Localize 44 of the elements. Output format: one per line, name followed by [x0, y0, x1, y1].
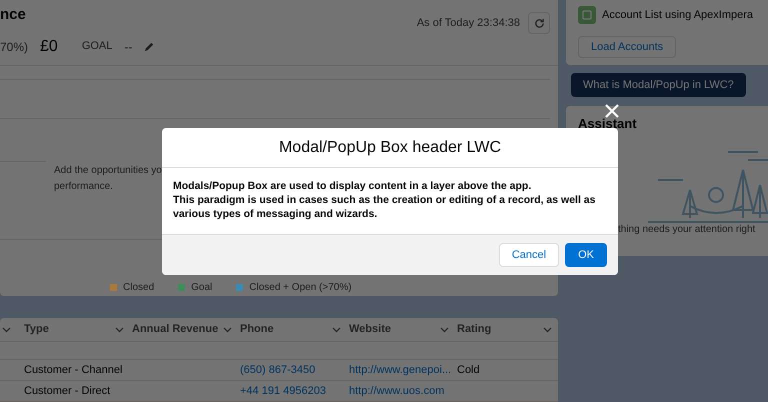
legend-label: Closed + Open (>70%) [249, 280, 352, 294]
pencil-icon[interactable] [144, 41, 156, 52]
card-title: nce [0, 5, 27, 25]
stat-label: 70%) [0, 38, 28, 56]
card-title: Assistant [578, 115, 638, 133]
refresh-button[interactable] [528, 12, 550, 34]
chip-icon [578, 6, 596, 24]
column-header[interactable]: Annual Revenue [130, 321, 238, 338]
modal-body-text: This paradigm is used in cases such as the creation or editing of a record, as well as various types of messaging and wizards. [173, 193, 596, 221]
modal-title: Modal/PopUp Box header LWC [278, 138, 502, 158]
empty-state-text: performance. [54, 180, 114, 194]
timestamp: As of Today 23:34:38 [416, 16, 520, 31]
legend-label: Goal [191, 280, 212, 294]
stat-value: £0 [40, 36, 58, 56]
table-link[interactable]: http://www.uos.com [347, 382, 455, 400]
card-title: Account List using ApexImpera [602, 8, 754, 23]
caret-icon [440, 326, 449, 332]
table-link[interactable]: http://www.genepoi... [347, 362, 455, 378]
caret-icon [2, 326, 11, 332]
column-header[interactable]: Rating [455, 321, 558, 338]
close-icon[interactable] [604, 103, 620, 119]
load-accounts-button[interactable]: Load Accounts [578, 36, 676, 58]
refresh-icon [534, 18, 544, 28]
column-header[interactable]: Type [22, 321, 130, 338]
goal-label: GOAL [82, 39, 112, 54]
table-link[interactable]: (650) 867-3450 [238, 362, 347, 378]
table-cell-text: Cold [456, 362, 481, 378]
table-link[interactable]: +44 191 4956203 [238, 382, 347, 400]
caret-icon [332, 326, 341, 332]
assistant-message: thing needs your attention right [617, 222, 756, 236]
cancel-button[interactable]: Cancel [498, 243, 560, 267]
goal-value: -- [124, 38, 132, 56]
table-cell-text: Customer - Direct [23, 384, 112, 399]
column-header[interactable]: Phone [238, 321, 347, 338]
modal-body-text: Modals/Popup Box are used to display content in a layer above the app. [173, 179, 532, 193]
ok-button[interactable]: OK [565, 243, 607, 267]
caret-icon [223, 326, 232, 332]
empty-state-text: Add the opportunities yo [54, 164, 162, 178]
open-modal-button[interactable]: What is Modal/PopUp in LWC? [571, 73, 746, 97]
table-cell-text: Customer - Channel [23, 362, 124, 378]
caret-icon [115, 326, 124, 332]
caret-icon [543, 326, 552, 332]
legend-label: Closed [123, 280, 154, 294]
column-header[interactable]: Website [347, 321, 455, 338]
